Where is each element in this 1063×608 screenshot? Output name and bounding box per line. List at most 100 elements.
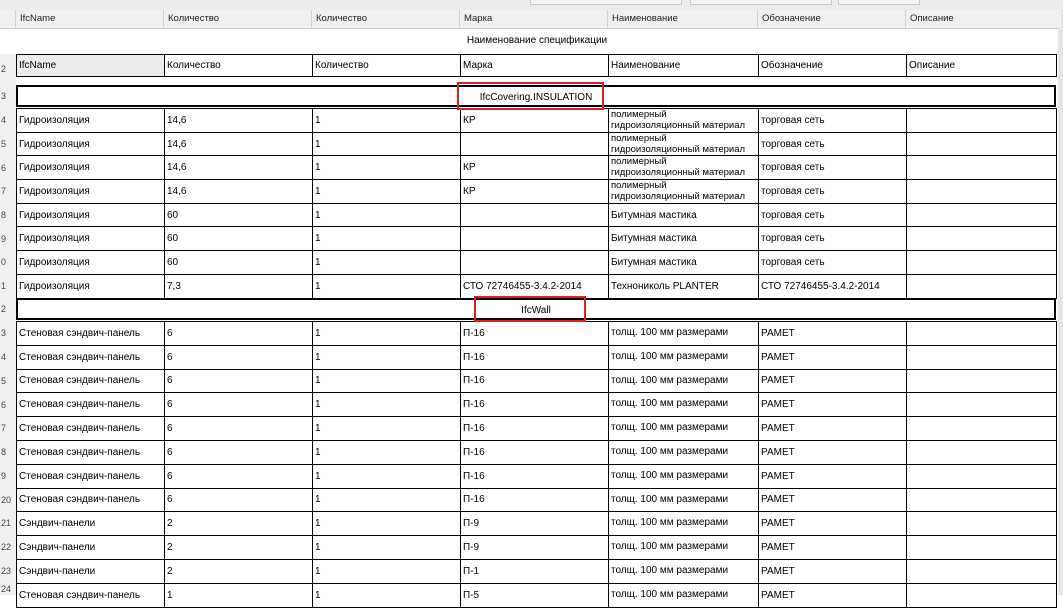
table-cell[interactable] <box>906 131 1057 157</box>
table-cell[interactable] <box>460 131 609 157</box>
table-cell[interactable]: полимерный гидроизоляционный материал <box>608 179 759 204</box>
table-cell[interactable]: 1 <box>312 392 461 418</box>
table-cell[interactable]: Стеновая сэндвич-панель <box>16 582 165 608</box>
table-cell[interactable]: Стеновая сэндвич-панель <box>16 344 165 370</box>
table-cell[interactable]: торговая сеть <box>758 202 907 228</box>
row-number[interactable]: 21 <box>0 512 16 535</box>
table-cell[interactable]: толщ. 100 мм размерами <box>608 535 759 560</box>
table-cell[interactable]: 1 <box>164 582 313 608</box>
table-cell[interactable]: 1 <box>312 558 461 584</box>
column-header[interactable]: IfcName <box>16 10 164 28</box>
table-cell[interactable]: полимерный гидроизоляционный материал <box>608 131 759 157</box>
table-cell[interactable]: Наименование <box>608 54 759 77</box>
table-cell[interactable] <box>906 535 1057 560</box>
table-cell[interactable]: толщ. 100 мм размерами <box>608 344 759 370</box>
table-cell[interactable]: полимерный гидроизоляционный материал <box>608 108 759 133</box>
table-cell[interactable]: 2 <box>164 511 313 537</box>
table-cell[interactable]: 14,6 <box>164 179 313 204</box>
table-cell[interactable] <box>460 202 609 228</box>
table-cell[interactable] <box>906 511 1057 537</box>
row-number[interactable]: 6 <box>0 393 16 417</box>
table-cell[interactable]: РАМЕТ <box>758 368 907 394</box>
table-cell[interactable]: СТО 72746455-3.4.2-2014 <box>758 273 907 299</box>
table-cell[interactable]: Сэндвич-панели <box>16 511 165 537</box>
row-number[interactable]: 8 <box>0 440 16 464</box>
table-cell[interactable] <box>906 582 1057 608</box>
table-cell[interactable]: толщ. 100 мм размерами <box>608 463 759 489</box>
table-cell[interactable]: толщ. 100 мм размерами <box>608 368 759 394</box>
table-cell[interactable] <box>906 321 1057 346</box>
table-cell[interactable] <box>906 344 1057 370</box>
table-cell[interactable]: П-1 <box>460 558 609 584</box>
column-header[interactable]: Наименование <box>608 10 758 28</box>
table-cell[interactable]: П-16 <box>460 463 609 489</box>
table-cell[interactable]: Гидроизоляция <box>16 273 165 299</box>
table-cell[interactable]: 1 <box>312 321 461 346</box>
table-cell[interactable]: КР <box>460 155 609 181</box>
table-cell[interactable]: толщ. 100 мм размерами <box>608 439 759 465</box>
row-number[interactable]: 24 <box>0 583 16 595</box>
table-cell[interactable]: П-16 <box>460 368 609 394</box>
table-cell[interactable]: 1 <box>312 344 461 370</box>
table-cell[interactable]: 2 <box>164 558 313 584</box>
row-number[interactable]: 2 <box>0 298 16 321</box>
table-cell[interactable]: толщ. 100 мм размерами <box>608 416 759 441</box>
table-cell[interactable]: 1 <box>312 511 461 537</box>
table-cell[interactable]: 6 <box>164 416 313 441</box>
table-cell[interactable] <box>906 226 1057 252</box>
table-cell[interactable]: 2 <box>164 535 313 560</box>
table-cell[interactable]: 1 <box>312 463 461 489</box>
table-cell[interactable] <box>906 155 1057 181</box>
table-cell[interactable]: 1 <box>312 131 461 157</box>
table-cell[interactable]: П-16 <box>460 344 609 370</box>
table-cell[interactable]: 1 <box>312 226 461 252</box>
column-header[interactable]: Обозначение <box>758 10 906 28</box>
table-cell[interactable]: 60 <box>164 202 313 228</box>
table-cell[interactable]: 1 <box>312 273 461 299</box>
row-number[interactable]: 7 <box>0 417 16 440</box>
table-cell[interactable]: толщ. 100 мм размерами <box>608 582 759 608</box>
table-cell[interactable] <box>906 463 1057 489</box>
row-number[interactable]: 4 <box>0 345 16 369</box>
table-cell[interactable]: торговая сеть <box>758 108 907 133</box>
table-cell[interactable]: РАМЕТ <box>758 582 907 608</box>
table-cell[interactable]: толщ. 100 мм размерами <box>608 487 759 513</box>
row-number[interactable]: 5 <box>0 369 16 393</box>
row-number[interactable]: 2 <box>0 54 16 85</box>
table-cell[interactable]: Количество <box>312 54 461 77</box>
table-cell[interactable]: 6 <box>164 321 313 346</box>
table-cell[interactable]: РАМЕТ <box>758 344 907 370</box>
table-cell[interactable] <box>906 368 1057 394</box>
table-cell[interactable] <box>906 250 1057 275</box>
table-cell[interactable]: Гидроизоляция <box>16 179 165 204</box>
table-cell[interactable]: П-16 <box>460 392 609 418</box>
table-cell[interactable]: Гидроизоляция <box>16 131 165 157</box>
table-cell[interactable]: торговая сеть <box>758 131 907 157</box>
table-cell[interactable]: П-5 <box>460 582 609 608</box>
table-cell[interactable]: Гидроизоляция <box>16 155 165 181</box>
row-number[interactable]: 23 <box>0 559 16 583</box>
table-cell[interactable] <box>906 179 1057 204</box>
table-cell[interactable]: РАМЕТ <box>758 511 907 537</box>
table-cell[interactable]: Стеновая сэндвич-панель <box>16 439 165 465</box>
table-cell[interactable]: П-16 <box>460 439 609 465</box>
table-cell[interactable]: Марка <box>460 54 609 77</box>
table-cell[interactable]: толщ. 100 мм размерами <box>608 321 759 346</box>
table-cell[interactable]: Битумная мастика <box>608 226 759 252</box>
table-cell[interactable]: 1 <box>312 368 461 394</box>
column-header[interactable]: Количество <box>164 10 312 28</box>
table-cell[interactable]: Гидроизоляция <box>16 226 165 252</box>
table-cell[interactable]: Стеновая сэндвич-панель <box>16 368 165 394</box>
table-cell[interactable]: толщ. 100 мм размерами <box>608 392 759 418</box>
table-cell[interactable]: торговая сеть <box>758 155 907 181</box>
table-cell[interactable]: Гидроизоляция <box>16 250 165 275</box>
table-cell[interactable]: 6 <box>164 368 313 394</box>
table-cell[interactable] <box>906 273 1057 299</box>
table-cell[interactable]: Битумная мастика <box>608 202 759 228</box>
table-cell[interactable] <box>906 558 1057 584</box>
table-cell[interactable]: 6 <box>164 392 313 418</box>
column-header[interactable]: Описание <box>906 10 1063 28</box>
table-cell[interactable]: 1 <box>312 416 461 441</box>
corner-cell[interactable] <box>0 10 16 28</box>
table-cell[interactable]: РАМЕТ <box>758 463 907 489</box>
